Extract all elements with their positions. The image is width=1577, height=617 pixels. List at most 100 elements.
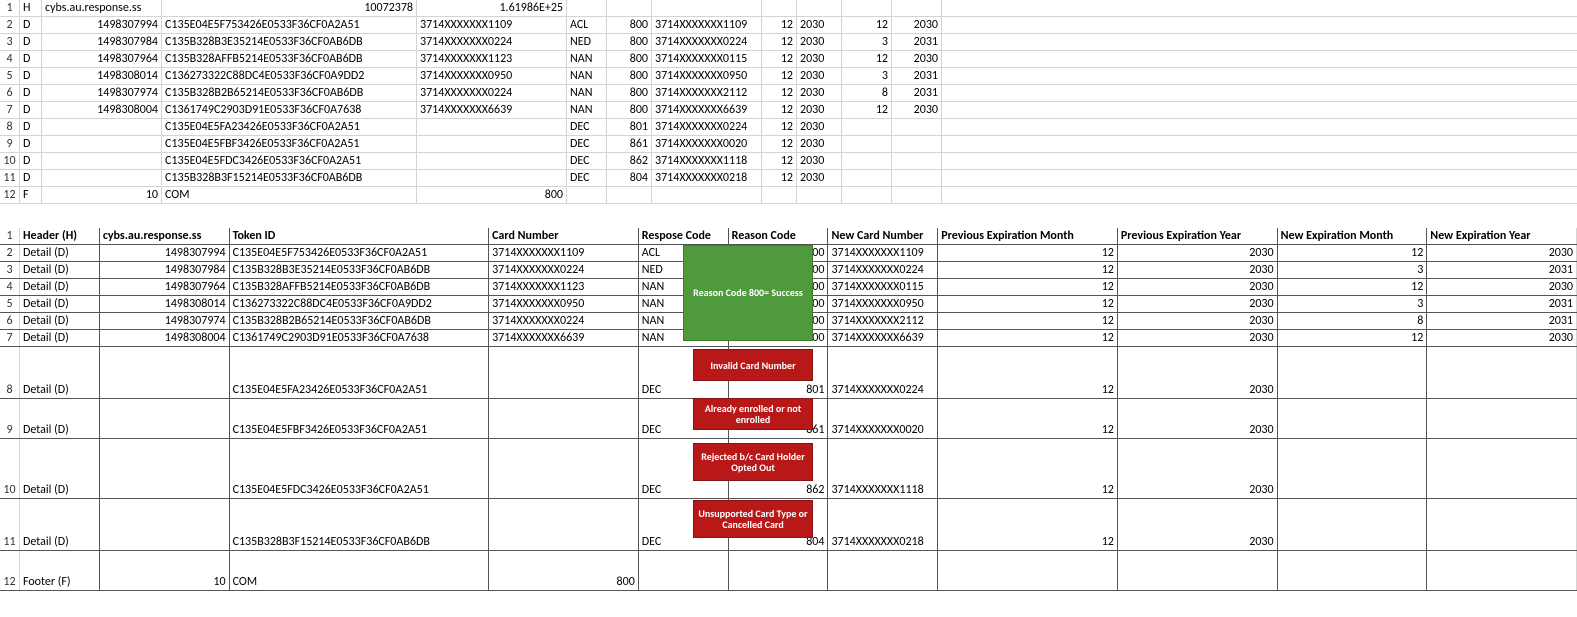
cell[interactable]: C135B328B2B65214E0533F36CF0AB6DB (230, 313, 490, 329)
cell[interactable]: 3714XXXXXXX2112 (652, 85, 762, 101)
cell[interactable] (417, 119, 567, 135)
cell[interactable] (100, 439, 230, 498)
cell[interactable]: 10 (100, 551, 230, 590)
cell[interactable]: 3714XXXXXXX0020 (828, 399, 938, 438)
cell[interactable]: 12 (938, 262, 1118, 278)
cell[interactable]: 3 (842, 68, 892, 84)
cell[interactable]: 800 (417, 187, 567, 203)
cell[interactable]: 2030 (1118, 399, 1278, 438)
cell[interactable]: 800 (607, 17, 652, 33)
cell[interactable]: Footer (F) (20, 551, 100, 590)
cell[interactable]: Detail (D) (20, 279, 100, 295)
cell[interactable]: 12 (762, 102, 797, 118)
cell[interactable] (1278, 399, 1428, 438)
cell[interactable] (42, 170, 162, 186)
cell[interactable]: 800 (489, 551, 639, 590)
cell[interactable] (892, 136, 942, 152)
cell[interactable]: 12 (762, 68, 797, 84)
cell[interactable]: 3714XXXXXXX1109 (652, 17, 762, 33)
cell[interactable] (1427, 499, 1577, 550)
cell[interactable]: 12 (938, 245, 1118, 261)
cell[interactable]: DEC (567, 153, 607, 169)
cell[interactable]: 2030 (797, 34, 842, 50)
cell[interactable]: 12 (762, 85, 797, 101)
cell[interactable]: Detail (D) (20, 499, 100, 550)
cell[interactable]: 3714XXXXXXX0950 (828, 296, 938, 312)
cell[interactable]: 2030 (1118, 330, 1278, 346)
cell[interactable]: 2031 (1427, 262, 1577, 278)
cell[interactable]: 3714XXXXXXX1109 (489, 245, 639, 261)
cell[interactable]: 12 (842, 51, 892, 67)
cell[interactable]: 2031 (892, 68, 942, 84)
cell[interactable] (1427, 551, 1577, 590)
cell[interactable]: 2030 (797, 136, 842, 152)
col-header[interactable]: cybs.au.response.ss (100, 228, 230, 244)
cell[interactable] (489, 499, 639, 550)
cell[interactable]: C135B328B3F15214E0533F36CF0AB6DB (162, 170, 417, 186)
cell[interactable]: 12 (938, 296, 1118, 312)
cell[interactable]: D (20, 68, 42, 84)
cell[interactable]: 2030 (892, 102, 942, 118)
cell[interactable]: 1498308014 (42, 68, 162, 84)
cell[interactable]: D (20, 153, 42, 169)
cell[interactable]: 3714XXXXXXX1118 (652, 153, 762, 169)
cell[interactable]: C135E04E5FBF3426E0533F36CF0A2A51 (230, 399, 490, 438)
cell[interactable]: 12 (938, 399, 1118, 438)
cell[interactable]: 2030 (797, 85, 842, 101)
col-header[interactable]: Previous Expiration Year (1118, 228, 1278, 244)
cell[interactable] (1427, 439, 1577, 498)
cell[interactable] (639, 551, 729, 590)
cell[interactable]: 1498307964 (100, 279, 230, 295)
cell[interactable] (567, 0, 607, 16)
cell[interactable] (892, 187, 942, 203)
cell[interactable]: 2030 (1118, 347, 1278, 398)
cell[interactable]: 2030 (1118, 296, 1278, 312)
cell[interactable]: 800 (607, 85, 652, 101)
cell[interactable]: 12 (1278, 279, 1428, 295)
cell[interactable]: 2030 (797, 51, 842, 67)
cell[interactable]: 1498308014 (100, 296, 230, 312)
cell[interactable]: 12 (762, 136, 797, 152)
cell[interactable] (842, 119, 892, 135)
cell[interactable]: 1498308004 (42, 102, 162, 118)
cell[interactable] (797, 187, 842, 203)
cell[interactable]: 2031 (892, 34, 942, 50)
cell[interactable]: 3 (842, 34, 892, 50)
cell[interactable]: 3714XXXXXXX6639 (489, 330, 639, 346)
cell[interactable]: 1498307974 (42, 85, 162, 101)
cell[interactable]: 2030 (1118, 245, 1278, 261)
cell[interactable]: 3714XXXXXXX0950 (417, 68, 567, 84)
cell[interactable]: 1498307994 (100, 245, 230, 261)
cell[interactable]: C135E04E5FA23426E0533F36CF0A2A51 (230, 347, 490, 398)
cell[interactable]: 861 (607, 136, 652, 152)
cell[interactable]: 801 (607, 119, 652, 135)
cell[interactable]: NAN (567, 85, 607, 101)
cell[interactable]: 3714XXXXXXX0115 (652, 51, 762, 67)
cell[interactable]: D (20, 34, 42, 50)
cell[interactable]: C135E04E5FBF3426E0533F36CF0A2A51 (162, 136, 417, 152)
cell[interactable]: Detail (D) (20, 296, 100, 312)
cell[interactable]: NED (567, 34, 607, 50)
cell[interactable] (762, 187, 797, 203)
cell[interactable]: 3714XXXXXXX6639 (652, 102, 762, 118)
cell[interactable]: 2030 (1118, 313, 1278, 329)
cell[interactable]: 2030 (1118, 499, 1278, 550)
cell[interactable]: 12 (842, 102, 892, 118)
cell[interactable]: NAN (567, 51, 607, 67)
cell[interactable]: C135B328AFFB5214E0533F36CF0AB6DB (162, 51, 417, 67)
cell[interactable]: 2030 (892, 51, 942, 67)
cell[interactable]: 12 (938, 313, 1118, 329)
cell[interactable]: 12 (1278, 330, 1428, 346)
cell[interactable]: 10 (42, 187, 162, 203)
cell[interactable] (1427, 399, 1577, 438)
cell[interactable]: D (20, 170, 42, 186)
cell[interactable]: DEC (567, 170, 607, 186)
cell[interactable]: 2030 (1118, 262, 1278, 278)
cell[interactable]: 2030 (797, 68, 842, 84)
cell[interactable] (42, 119, 162, 135)
cell[interactable]: 12 (762, 34, 797, 50)
cell[interactable]: 800 (607, 34, 652, 50)
cell[interactable]: 12 (762, 119, 797, 135)
cell[interactable]: 10072378 (162, 0, 417, 16)
cell[interactable]: COM (162, 187, 417, 203)
